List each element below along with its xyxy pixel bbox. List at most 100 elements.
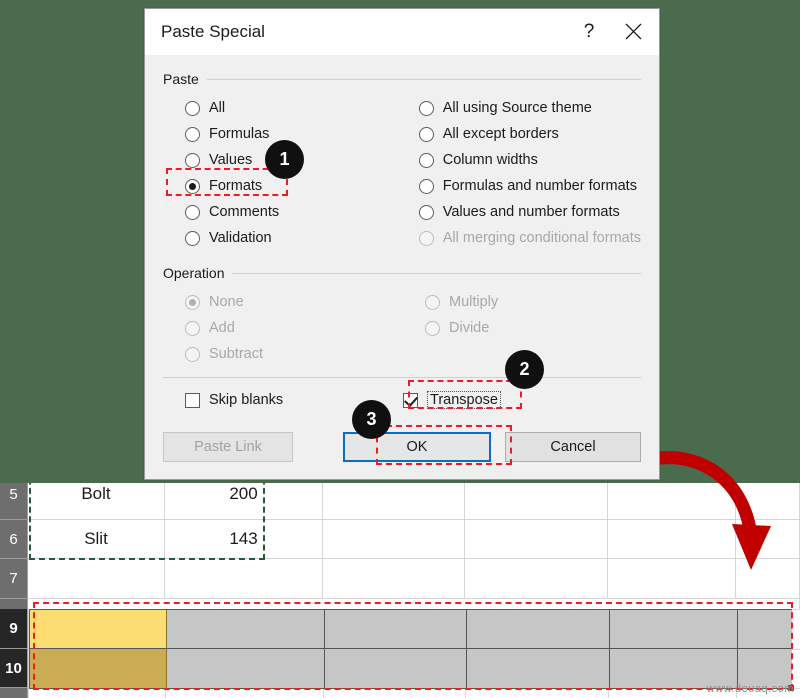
- option-label: Values and number formats: [442, 204, 620, 220]
- option-label: Formulas and number formats: [442, 178, 637, 194]
- radio-paste-all[interactable]: All: [185, 95, 419, 121]
- table-row[interactable]: 11: [0, 688, 800, 698]
- spreadsheet-grid[interactable]: 5 Bolt 200 6 Slit 143 7 9 10: [0, 483, 800, 698]
- radio-icon[interactable]: [418, 126, 434, 142]
- checkbox-label: Skip blanks: [209, 392, 284, 408]
- checkbox-icon[interactable]: [185, 392, 200, 408]
- pasted-cell[interactable]: [738, 610, 792, 649]
- radio-paste-comments[interactable]: Comments: [185, 199, 419, 225]
- grid-cell[interactable]: Slit: [28, 520, 165, 559]
- grid-cell[interactable]: [165, 559, 323, 599]
- row-header-selected[interactable]: 9: [0, 609, 28, 649]
- help-icon[interactable]: ?: [567, 12, 611, 52]
- grid-cell[interactable]: [736, 559, 800, 599]
- paste-link-button: Paste Link: [163, 432, 293, 462]
- radio-all-using-source-theme[interactable]: All using Source theme: [418, 95, 641, 121]
- option-label: All merging conditional formats: [442, 230, 641, 246]
- annotation-badge-3: 3: [352, 400, 391, 439]
- checkbox-icon-checked[interactable]: [403, 392, 418, 408]
- row-header[interactable]: 11: [0, 688, 28, 698]
- divider: [206, 78, 641, 80]
- pasted-cell[interactable]: [30, 649, 167, 688]
- radio-icon[interactable]: [185, 204, 200, 220]
- grid-cell[interactable]: 143: [165, 520, 323, 559]
- grid-cell[interactable]: [28, 559, 165, 599]
- paste-special-dialog[interactable]: Paste Special ? Paste All Formulas Value…: [144, 8, 660, 480]
- grid-cell[interactable]: 200: [165, 483, 323, 520]
- radio-icon-disabled: [425, 320, 440, 336]
- radio-all-except-borders[interactable]: All except borders: [418, 121, 641, 147]
- pasted-cell[interactable]: [167, 610, 325, 649]
- pasted-cell[interactable]: [467, 610, 610, 649]
- checkbox-transpose[interactable]: Transpose: [403, 391, 501, 409]
- cancel-button[interactable]: Cancel: [505, 432, 641, 462]
- option-label: Add: [209, 320, 235, 336]
- grid-cell[interactable]: [608, 520, 736, 559]
- radio-all-merging-conditional-formats: All merging conditional formats: [418, 225, 641, 251]
- radio-paste-formulas[interactable]: Formulas: [185, 121, 419, 147]
- badge-label: 1: [279, 149, 290, 169]
- grid-cell[interactable]: Bolt: [28, 483, 165, 520]
- operation-left-column: None Add Subtract: [185, 289, 425, 367]
- option-label: Divide: [449, 320, 490, 336]
- grid-cell[interactable]: [28, 599, 800, 609]
- radio-values-and-number-formats[interactable]: Values and number formats: [418, 199, 641, 225]
- pasted-cell[interactable]: [467, 649, 610, 688]
- row-header[interactable]: 7: [0, 559, 28, 599]
- pasted-cell[interactable]: [167, 649, 325, 688]
- pasted-range[interactable]: [29, 609, 792, 689]
- dialog-button-row: Paste Link OK Cancel: [145, 432, 659, 462]
- option-label: All except borders: [442, 126, 559, 142]
- paste-group-title: Paste: [163, 71, 199, 87]
- grid-cell[interactable]: [323, 520, 465, 559]
- radio-icon[interactable]: [185, 100, 200, 116]
- option-label: Values: [209, 152, 253, 168]
- row-header[interactable]: 5: [0, 483, 28, 520]
- grid-cell[interactable]: [608, 559, 736, 599]
- pasted-cell[interactable]: [325, 649, 467, 688]
- table-row[interactable]: 8: [0, 599, 800, 609]
- dialog-titlebar: Paste Special ?: [145, 9, 659, 55]
- radio-icon[interactable]: [185, 230, 200, 246]
- dialog-body: Paste All Formulas Values Formats Commen…: [145, 55, 659, 422]
- pasted-cell[interactable]: [325, 610, 467, 649]
- grid-cell[interactable]: [736, 483, 800, 520]
- radio-icon[interactable]: [185, 126, 200, 142]
- table-row[interactable]: 7: [0, 559, 800, 599]
- grid-cell[interactable]: [323, 559, 465, 599]
- radio-column-widths[interactable]: Column widths: [418, 147, 641, 173]
- pasted-cell[interactable]: [30, 610, 167, 649]
- checkbox-label: Transpose: [427, 391, 501, 409]
- row-header[interactable]: 8: [0, 599, 28, 609]
- radio-icon-disabled: [418, 230, 434, 246]
- divider: [232, 272, 641, 274]
- option-label: Validation: [209, 230, 272, 246]
- radio-paste-formats[interactable]: Formats: [185, 173, 419, 199]
- table-row[interactable]: 5 Bolt 200: [0, 483, 800, 520]
- radio-icon[interactable]: [418, 204, 434, 220]
- grid-cell[interactable]: [465, 559, 608, 599]
- grid-cell[interactable]: [465, 520, 608, 559]
- operation-group: Operation None Add Subtract Multiply Div…: [163, 265, 641, 367]
- grid-cell[interactable]: [736, 520, 800, 559]
- pasted-cell[interactable]: [610, 610, 738, 649]
- radio-icon[interactable]: [418, 152, 434, 168]
- annotation-badge-2: 2: [505, 350, 544, 389]
- grid-cell[interactable]: [608, 483, 736, 520]
- radio-icon[interactable]: [185, 152, 200, 168]
- table-row[interactable]: 6 Slit 143: [0, 520, 800, 559]
- radio-formulas-and-number-formats[interactable]: Formulas and number formats: [418, 173, 641, 199]
- grid-cell[interactable]: [323, 483, 465, 520]
- row-header-selected[interactable]: 10: [0, 649, 28, 688]
- radio-icon[interactable]: [418, 178, 434, 194]
- grid-cell[interactable]: [465, 483, 608, 520]
- radio-icon-selected[interactable]: [185, 178, 200, 194]
- radio-icon[interactable]: [418, 100, 434, 116]
- row-header[interactable]: 6: [0, 520, 28, 559]
- badge-label: 2: [519, 359, 530, 379]
- radio-paste-validation[interactable]: Validation: [185, 225, 419, 251]
- option-label: None: [209, 294, 244, 310]
- close-icon[interactable]: [611, 12, 655, 52]
- paste-left-column: All Formulas Values Formats Comments Val…: [185, 95, 419, 251]
- radio-operation-divide: Divide: [425, 315, 641, 341]
